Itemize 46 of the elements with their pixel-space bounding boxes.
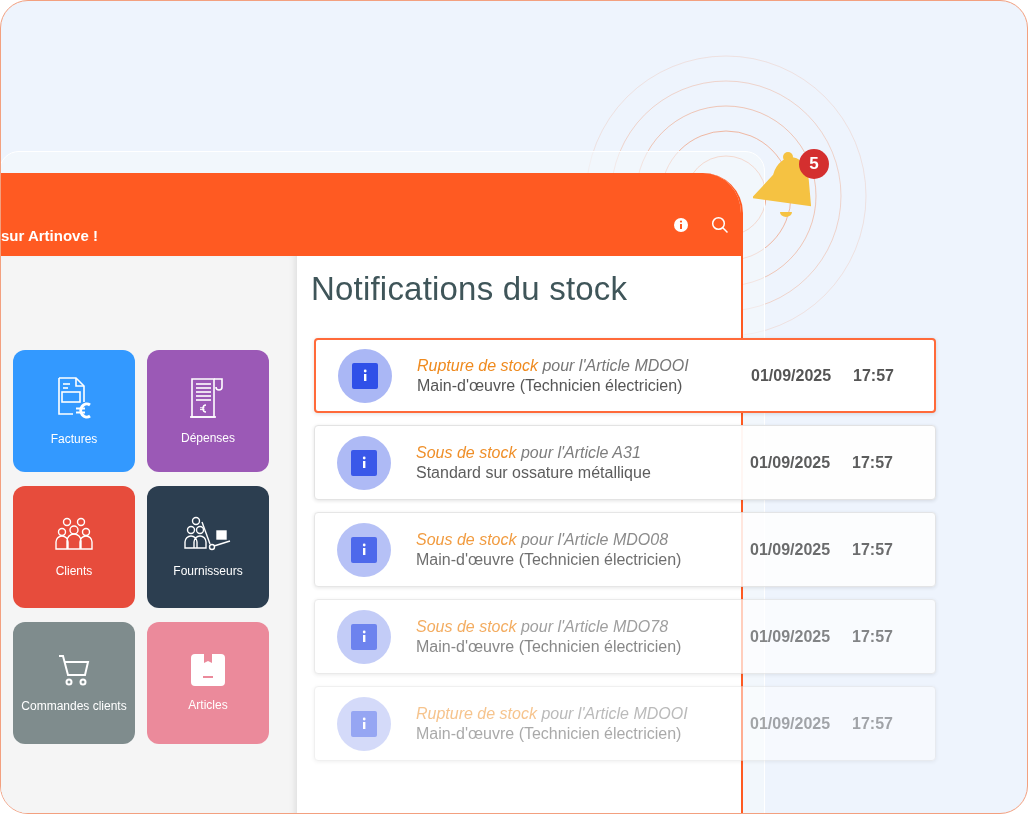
notification-card[interactable]: Rupture de stock pour l'Article MDOOI Main-d'œuvre (Technicien électricien) 01/09/2025 17:57	[314, 686, 936, 761]
invoice-icon	[56, 376, 92, 420]
info-icon[interactable]	[673, 217, 689, 233]
notification-date: 01/09/2025	[750, 453, 832, 472]
notification-badge: 5	[799, 149, 829, 179]
notification-title: Sous de stock pour l'Article MDO78	[416, 617, 670, 636]
notification-date: 01/09/2025	[750, 714, 832, 733]
notification-time: 17:57	[852, 453, 893, 472]
notification-detail: Main-d'œuvre (Technicien électricien)	[416, 637, 683, 656]
welcome-title: sur Artinove !	[1, 227, 98, 246]
notification-time: 17:57	[852, 714, 893, 733]
info-icon	[337, 609, 391, 664]
panel-title: Notifications du stock	[311, 270, 629, 308]
notification-time: 17:57	[853, 366, 894, 385]
cart-icon	[57, 653, 91, 687]
notification-card[interactable]: Sous de stock pour l'Article A31 Standard sur ossature métallique 01/09/2025 17:57	[314, 425, 936, 500]
notification-detail: Standard sur ossature métallique	[416, 463, 652, 482]
info-icon	[337, 435, 391, 490]
worker-cart-icon	[184, 516, 232, 552]
module-tile[interactable]: Clients	[13, 486, 135, 608]
notification-time: 17:57	[852, 627, 893, 646]
notification-title: Rupture de stock pour l'Article MDOOI	[416, 704, 689, 723]
notification-time: 17:57	[852, 540, 893, 559]
info-icon	[337, 522, 391, 577]
notification-detail: Main-d'œuvre (Technicien électricien)	[417, 376, 684, 395]
module-tile[interactable]: Commandes clients	[13, 622, 135, 744]
info-icon	[337, 696, 391, 751]
notification-date: 01/09/2025	[750, 627, 832, 646]
group-icon	[54, 516, 94, 552]
notification-detail: Main-d'œuvre (Technicien électricien)	[416, 724, 683, 743]
notification-card[interactable]: Sous de stock pour l'Article MDO08 Main-d'œuvre (Technicien électricien) 01/09/2025 17:57	[314, 512, 936, 587]
notification-card[interactable]: Sous de stock pour l'Article MDO78 Main-d'œuvre (Technicien électricien) 01/09/2025 17:57	[314, 599, 936, 674]
notification-card[interactable]: Rupture de stock pour l'Article MDOOI Main-d'œuvre (Technicien électricien) 01/09/2025 17:57	[314, 338, 936, 413]
info-icon	[338, 348, 392, 403]
notification-title: Rupture de stock pour l'Article MDOOI	[417, 356, 690, 375]
notification-title: Sous de stock pour l'Article A31	[416, 443, 642, 462]
module-tile[interactable]: Fournisseurs	[147, 486, 269, 608]
module-tile[interactable]: Factures	[13, 350, 135, 472]
search-icon[interactable]	[711, 216, 729, 234]
notification-date: 01/09/2025	[751, 366, 833, 385]
module-tile[interactable]: Articles	[147, 622, 269, 744]
module-tile[interactable]: Dépenses	[147, 350, 269, 472]
notification-title: Sous de stock pour l'Article MDO08	[416, 530, 670, 549]
notification-detail: Main-d'œuvre (Technicien électricien)	[416, 550, 683, 569]
box-icon	[191, 654, 225, 686]
notification-date: 01/09/2025	[750, 540, 832, 559]
